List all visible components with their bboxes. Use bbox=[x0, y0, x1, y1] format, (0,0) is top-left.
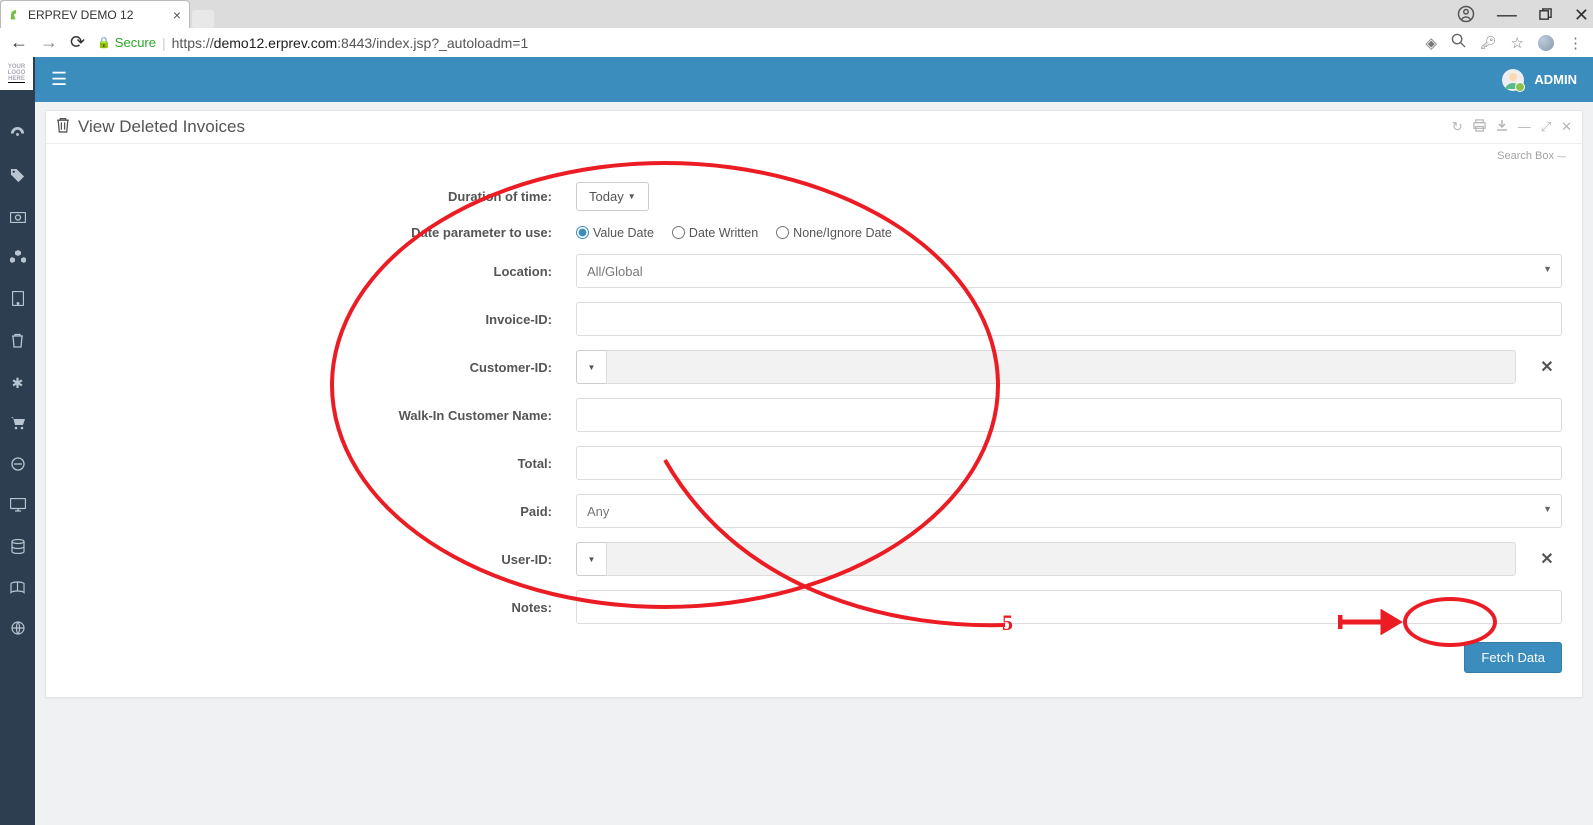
walkin-input[interactable] bbox=[576, 398, 1562, 432]
label-date-param: Date parameter to use: bbox=[66, 225, 576, 240]
tablet-icon[interactable] bbox=[12, 291, 24, 309]
tag-icon[interactable] bbox=[10, 168, 25, 186]
label-notes: Notes: bbox=[66, 600, 576, 615]
invoice-id-input[interactable] bbox=[576, 302, 1562, 336]
location-icon[interactable]: ◈ bbox=[1425, 34, 1437, 52]
cart-icon[interactable] bbox=[10, 416, 26, 433]
customer-id-dropdown-icon[interactable]: ▼ bbox=[576, 350, 606, 384]
radio-value-date[interactable]: Value Date bbox=[576, 226, 654, 240]
menu-toggle-icon[interactable]: ☰ bbox=[51, 69, 67, 90]
separator: | bbox=[162, 35, 166, 51]
chrome-menu-icon[interactable]: ⋮ bbox=[1568, 34, 1583, 52]
tab-close-icon[interactable]: × bbox=[173, 7, 181, 23]
zoom-icon[interactable] bbox=[1451, 33, 1466, 52]
label-walkin: Walk-In Customer Name: bbox=[66, 408, 576, 423]
user-id-input[interactable] bbox=[606, 542, 1516, 576]
database-icon[interactable] bbox=[11, 539, 25, 557]
app-logo[interactable]: YOUR LOGO HERE bbox=[0, 57, 33, 90]
nav-reload-icon[interactable]: ⟳ bbox=[70, 32, 85, 53]
total-input[interactable] bbox=[576, 446, 1562, 480]
main-area: ☰ ADMIN View Deleted Invoices ↻ bbox=[35, 57, 1593, 825]
tab-title: ERPREV DEMO 12 bbox=[28, 8, 133, 22]
nav-forward-icon: → bbox=[40, 32, 58, 53]
radio-date-written[interactable]: Date Written bbox=[672, 226, 758, 240]
user-area[interactable]: ADMIN bbox=[1502, 69, 1577, 91]
fetch-data-button[interactable]: Fetch Data bbox=[1464, 642, 1562, 673]
window-maximize-icon[interactable] bbox=[1539, 8, 1552, 24]
label-customer-id: Customer-ID: bbox=[66, 360, 576, 375]
panel: View Deleted Invoices ↻ — ⤢ ✕ bbox=[45, 110, 1583, 698]
favicon-icon bbox=[9, 8, 22, 21]
search-form: Duration of time: Today▼ Date parameter … bbox=[66, 182, 1562, 673]
cubes-icon[interactable] bbox=[10, 250, 26, 267]
window-controls: — ✕ bbox=[1457, 4, 1589, 27]
notes-input[interactable] bbox=[576, 590, 1562, 624]
paid-select[interactable]: Any bbox=[576, 494, 1562, 528]
panel-actions: ↻ — ⤢ ✕ bbox=[1452, 119, 1572, 135]
label-paid: Paid: bbox=[66, 504, 576, 519]
extension-icon[interactable] bbox=[1538, 35, 1554, 51]
search-box-toggle[interactable]: Search Box— bbox=[1497, 150, 1566, 162]
radio-none[interactable]: None/Ignore Date bbox=[776, 226, 892, 240]
money-icon[interactable] bbox=[10, 210, 26, 226]
desktop-icon[interactable] bbox=[10, 498, 26, 515]
disc-icon[interactable] bbox=[11, 457, 25, 474]
customer-id-clear-icon[interactable]: ✕ bbox=[1532, 350, 1562, 384]
sidebar: YOUR LOGO HERE ✱ bbox=[0, 57, 35, 825]
trash-icon[interactable] bbox=[11, 333, 24, 351]
close-panel-icon[interactable]: ✕ bbox=[1561, 119, 1572, 135]
app-root: YOUR LOGO HERE ✱ bbox=[0, 57, 1593, 825]
browser-tab[interactable]: ERPREV DEMO 12 × bbox=[0, 0, 190, 28]
topbar: ☰ ADMIN bbox=[35, 57, 1593, 102]
duration-dropdown[interactable]: Today▼ bbox=[576, 182, 649, 211]
window-close-icon[interactable]: ✕ bbox=[1574, 5, 1589, 26]
url-text: https://demo12.erprev.com:8443/index.jsp… bbox=[172, 35, 529, 51]
new-tab-button[interactable] bbox=[192, 10, 214, 28]
globe-icon[interactable] bbox=[11, 621, 25, 638]
dashboard-icon[interactable] bbox=[10, 126, 25, 144]
panel-header: View Deleted Invoices ↻ — ⤢ ✕ bbox=[46, 111, 1582, 144]
refresh-icon[interactable]: ↻ bbox=[1452, 119, 1463, 135]
addr-right-icons: ◈ 🔑︎ ☆ ⋮ bbox=[1425, 33, 1583, 52]
user-id-dropdown-icon[interactable]: ▼ bbox=[576, 542, 606, 576]
date-param-radios: Value Date Date Written None/Ignore Date bbox=[576, 226, 892, 240]
expand-panel-icon[interactable]: ⤢ bbox=[1541, 119, 1551, 135]
book-icon[interactable] bbox=[10, 581, 25, 597]
key-icon[interactable]: 🔑︎ bbox=[1480, 35, 1497, 51]
location-select[interactable]: All/Global bbox=[576, 254, 1562, 288]
star-icon[interactable]: ☆ bbox=[1511, 34, 1524, 52]
customer-id-input[interactable] bbox=[606, 350, 1516, 384]
url-box[interactable]: Secure | https://demo12.erprev.com:8443/… bbox=[97, 35, 1413, 51]
tab-bar: ERPREV DEMO 12 × — ✕ bbox=[0, 0, 1593, 28]
panel-body: Search Box— Duration of time: Today▼ bbox=[46, 144, 1582, 697]
user-id-clear-icon[interactable]: ✕ bbox=[1532, 542, 1562, 576]
nav-back-icon[interactable]: ← bbox=[10, 32, 28, 53]
chrome-user-icon[interactable] bbox=[1457, 5, 1475, 26]
browser-chrome: ERPREV DEMO 12 × — ✕ ← → ⟳ Secure | http… bbox=[0, 0, 1593, 57]
address-bar: ← → ⟳ Secure | https://demo12.erprev.com… bbox=[0, 28, 1593, 57]
print-icon[interactable] bbox=[1473, 119, 1486, 135]
window-minimize-icon[interactable]: — bbox=[1497, 4, 1517, 27]
user-name: ADMIN bbox=[1534, 72, 1577, 87]
trash-title-icon bbox=[56, 117, 70, 137]
download-icon[interactable] bbox=[1496, 119, 1508, 135]
content: View Deleted Invoices ↻ — ⤢ ✕ bbox=[35, 102, 1593, 706]
snowflake-icon[interactable]: ✱ bbox=[12, 375, 24, 392]
label-location: Location: bbox=[66, 264, 576, 279]
label-user-id: User-ID: bbox=[66, 552, 576, 567]
label-duration: Duration of time: bbox=[66, 189, 576, 204]
panel-title: View Deleted Invoices bbox=[78, 117, 245, 137]
minimize-panel-icon[interactable]: — bbox=[1518, 119, 1531, 135]
label-total: Total: bbox=[66, 456, 576, 471]
user-avatar-icon bbox=[1502, 69, 1524, 91]
secure-lock-icon: Secure bbox=[97, 35, 156, 50]
label-invoice-id: Invoice-ID: bbox=[66, 312, 576, 327]
